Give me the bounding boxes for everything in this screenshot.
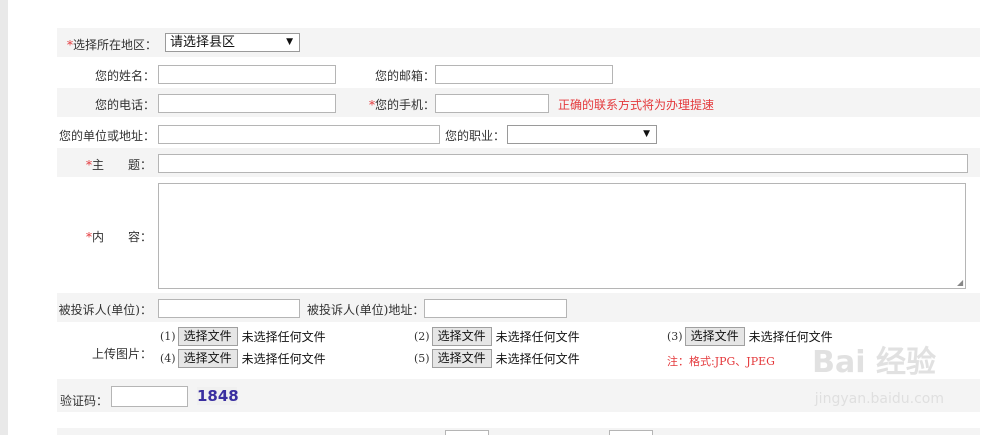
choose-file-button-5[interactable]: 选择文件 [431, 349, 492, 368]
partial-field-left [445, 430, 489, 435]
company-label: 您的单位或地址： [58, 129, 155, 143]
respondent-input[interactable] [158, 299, 300, 318]
choose-file-button-2[interactable]: 选择文件 [431, 327, 492, 346]
subject-row: *主 题： [57, 148, 980, 178]
name-input[interactable] [158, 65, 336, 84]
mobile-label: *您的手机： [368, 98, 435, 112]
content-textarea[interactable] [158, 183, 966, 289]
no-file-text-2: 未选择任何文件 [495, 330, 580, 344]
job-label: 您的职业： [445, 129, 506, 143]
captcha-label: 验证码： [60, 394, 109, 408]
bottom-partial-row [57, 428, 980, 435]
company-job-row: 您的单位或地址： 您的职业： ▼ [57, 118, 980, 148]
region-label: *选择所在地区： [67, 38, 158, 52]
phone-mobile-row: 您的电话： *您的手机： 正确的联系方式将为办理提速 [57, 88, 980, 118]
respondent-label: 被投诉人(单位)： [58, 303, 152, 317]
choose-file-button-4[interactable]: 选择文件 [177, 349, 238, 368]
job-select[interactable]: ▼ [507, 125, 657, 144]
watermark-logo: Bai 经验 [812, 345, 936, 380]
upload-slot-3: (3) 选择文件 未选择任何文件 [667, 327, 833, 346]
choose-file-button-1[interactable]: 选择文件 [177, 327, 238, 346]
respondent-row: 被投诉人(单位)： 被投诉人(单位)地址： [57, 293, 980, 323]
region-row: *选择所在地区： 请选择县区 ▼ [57, 28, 980, 58]
company-input[interactable] [158, 125, 440, 144]
dropdown-arrow-icon: ▼ [286, 37, 293, 47]
no-file-text-5: 未选择任何文件 [495, 352, 580, 366]
upload-format-note: 注：格式:JPG、JPEG [667, 355, 775, 368]
dropdown-arrow-icon: ▼ [643, 129, 650, 139]
upload-slot-1: (1) 选择文件 未选择任何文件 [160, 327, 326, 346]
name-email-row: 您的姓名： 您的邮箱： [57, 58, 980, 88]
phone-label: 您的电话： [94, 98, 155, 112]
content-label: *内 容： [85, 230, 152, 244]
resize-grip-icon[interactable]: ◢ [957, 279, 965, 287]
captcha-input[interactable] [111, 386, 188, 407]
content-row: *内 容： ◢ [57, 178, 980, 293]
left-border [0, 0, 8, 435]
upload-slot-5: (5) 选择文件 未选择任何文件 [414, 349, 580, 368]
no-file-text-1: 未选择任何文件 [241, 330, 326, 344]
upload-slot-4: (4) 选择文件 未选择任何文件 [160, 349, 326, 368]
watermark-url: jingyan.baidu.com [814, 391, 944, 407]
respondent-address-input[interactable] [424, 299, 567, 318]
email-input[interactable] [435, 65, 613, 84]
no-file-text-4: 未选择任何文件 [241, 352, 326, 366]
respondent-address-label: 被投诉人(单位)地址： [307, 303, 425, 317]
choose-file-button-3[interactable]: 选择文件 [684, 327, 745, 346]
email-label: 您的邮箱： [374, 69, 435, 83]
subject-input[interactable] [158, 154, 968, 173]
region-select[interactable]: 请选择县区 ▼ [165, 33, 300, 52]
subject-label: *主 题： [85, 158, 152, 172]
upload-label: 上传图片： [91, 347, 152, 361]
captcha-image[interactable]: 1848 [197, 387, 239, 405]
upload-slot-2: (2) 选择文件 未选择任何文件 [414, 327, 580, 346]
mobile-input[interactable] [435, 94, 549, 113]
name-label: 您的姓名： [94, 69, 155, 83]
baidu-jingyan-watermark: Bai 经验 jingyan.baidu.com [812, 325, 946, 410]
phone-input[interactable] [158, 94, 336, 113]
mobile-tip: 正确的联系方式将为办理提速 [558, 98, 715, 112]
region-select-value: 请选择县区 [170, 35, 236, 50]
partial-field-right [609, 430, 653, 435]
